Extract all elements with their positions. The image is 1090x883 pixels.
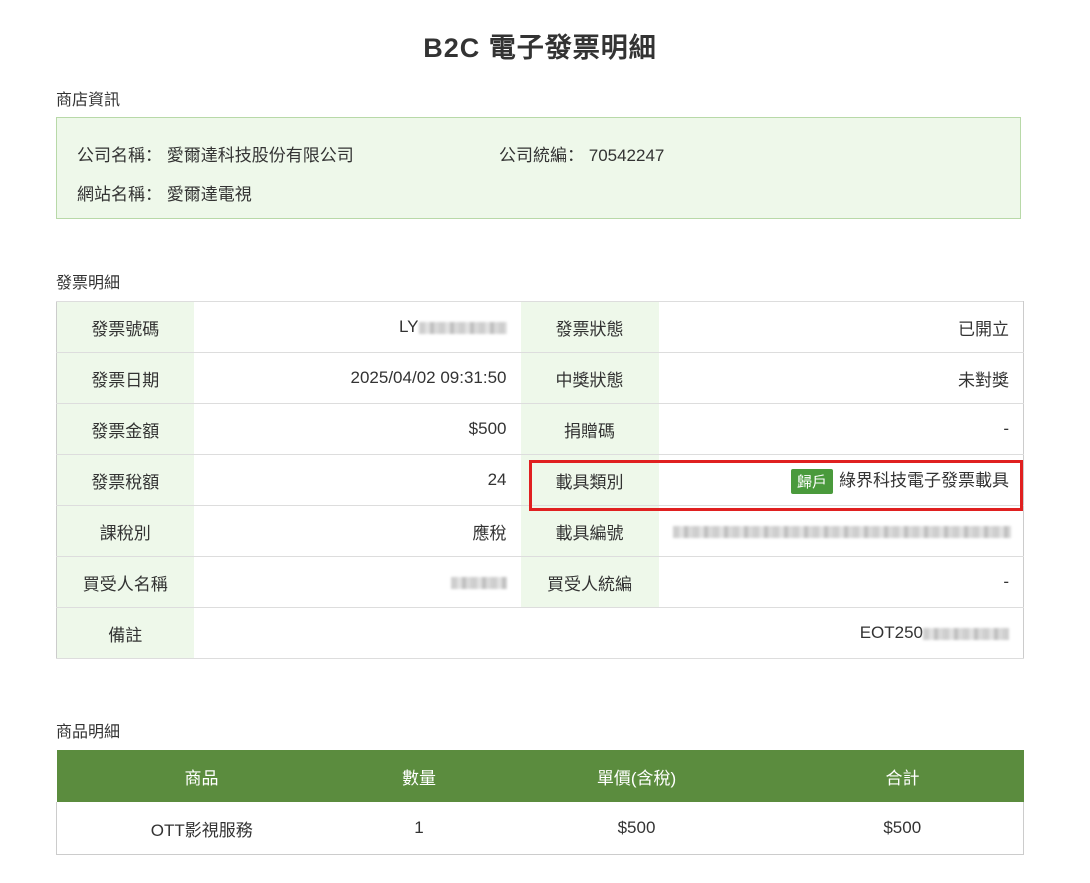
invoice-detail-table: 發票號碼 LY 發票狀態 已開立 發票日期 2025/04/02 09:31:5… [56, 301, 1024, 659]
donation-code-label: 捐贈碼 [520, 403, 659, 455]
invoice-number-prefix: LY [398, 317, 419, 336]
page-title: B2C 電子發票明細 [423, 33, 657, 63]
redacted-remark [923, 627, 1009, 640]
table-row: 備註 EOT250 [56, 607, 1024, 659]
table-row: 發票號碼 LY 發票狀態 已開立 [56, 301, 1024, 353]
product-total-cell: $500 [781, 802, 1024, 855]
site-name-label: 網站名稱： [77, 185, 162, 204]
buyer-tax-id-label: 買受人統編 [520, 556, 659, 608]
table-row: 發票日期 2025/04/02 09:31:50 中獎狀態 未對獎 [56, 352, 1024, 404]
table-row: 課稅別 應稅 載具編號 [56, 505, 1024, 557]
products-section-label: 商品明細 [56, 724, 121, 741]
company-name-label: 公司名稱： [77, 146, 162, 165]
column-header-unit-price: 單價(含稅) [491, 750, 782, 802]
company-tax-id-label: 公司統編： [499, 146, 584, 165]
remark-label: 備註 [56, 607, 194, 659]
company-name-value: 愛爾達科技股份有限公司 [166, 146, 354, 165]
remark-value: EOT250 [193, 607, 1024, 659]
store-section-label: 商店資訊 [56, 92, 121, 109]
buyer-name-label: 買受人名稱 [56, 556, 194, 608]
tax-type-label: 課稅別 [56, 505, 194, 557]
carrier-type-value: 歸戶 綠界科技電子發票載具 [658, 454, 1024, 506]
store-info-box: 公司名稱： 愛爾達科技股份有限公司 公司統編： 70542247 網站名稱： 愛… [56, 117, 1021, 219]
buyer-name-value [193, 556, 521, 608]
invoice-tax-label: 發票稅額 [56, 454, 194, 506]
invoice-status-label: 發票狀態 [520, 301, 659, 353]
company-name-field: 公司名稱： 愛爾達科技股份有限公司 [77, 141, 354, 166]
company-tax-id-field: 公司統編： 70542247 [499, 141, 664, 166]
carrier-type-label: 載具類別 [520, 454, 659, 506]
remark-prefix: EOT250 [859, 623, 923, 642]
site-name-field: 網站名稱： 愛爾達電視 [77, 180, 252, 205]
redacted-buyer-name [450, 576, 507, 589]
invoice-number-value: LY [193, 301, 521, 353]
products-header-row: 商品 數量 單價(含稅) 合計 [56, 750, 1024, 802]
table-row: 買受人名稱 買受人統編 - [56, 556, 1024, 608]
carrier-type-text: 綠界科技電子發票載具 [839, 470, 1009, 490]
table-row: 發票金額 $500 捐贈碼 - [56, 403, 1024, 455]
company-tax-id-value: 70542247 [588, 146, 665, 165]
column-header-total: 合計 [781, 750, 1024, 802]
column-header-product: 商品 [56, 750, 347, 802]
invoice-date-value: 2025/04/02 09:31:50 [193, 352, 521, 404]
table-row: OTT影視服務 1 $500 $500 [56, 802, 1024, 855]
invoice-tax-value: 24 [193, 454, 521, 506]
invoice-number-label: 發票號碼 [56, 301, 194, 353]
redacted-carrier-number [672, 525, 1011, 538]
invoice-status-value: 已開立 [658, 301, 1024, 353]
product-quantity-cell: 1 [346, 802, 492, 855]
invoice-date-label: 發票日期 [56, 352, 194, 404]
carrier-badge: 歸戶 [790, 469, 833, 494]
product-name-cell: OTT影視服務 [56, 802, 347, 855]
column-header-quantity: 數量 [346, 750, 492, 802]
invoice-amount-value: $500 [193, 403, 521, 455]
tax-type-value: 應稅 [193, 505, 521, 557]
redacted-invoice-number [418, 321, 507, 334]
buyer-tax-id-value: - [658, 556, 1024, 608]
invoice-amount-label: 發票金額 [56, 403, 194, 455]
carrier-number-value [658, 505, 1024, 557]
site-name-value: 愛爾達電視 [166, 185, 252, 204]
carrier-number-label: 載具編號 [520, 505, 659, 557]
products-table: 商品 數量 單價(含稅) 合計 OTT影視服務 1 $500 $500 [56, 750, 1024, 855]
prize-status-value: 未對獎 [658, 352, 1024, 404]
prize-status-label: 中獎狀態 [520, 352, 659, 404]
product-unit-price-cell: $500 [491, 802, 782, 855]
donation-code-value: - [658, 403, 1024, 455]
invoice-section-label: 發票明細 [56, 275, 121, 292]
table-row: 發票稅額 24 載具類別 歸戶 綠界科技電子發票載具 [56, 454, 1024, 506]
